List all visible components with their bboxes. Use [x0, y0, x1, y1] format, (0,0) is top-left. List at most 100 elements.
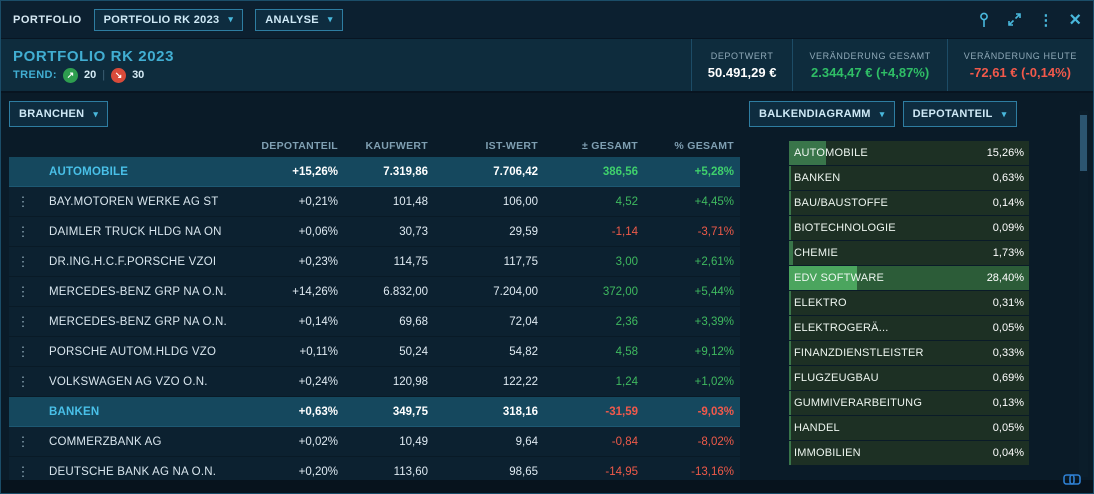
stat-value: 2.344,47 € (+4,87%) — [811, 65, 929, 80]
chart-bar-row[interactable]: BANKEN 0,63% — [789, 166, 1029, 190]
portfolio-widget: PORTFOLIO PORTFOLIO RK 2023 ▾ ANALYSE ▾ — [0, 0, 1094, 494]
chart-bar-row[interactable]: FINANZDIENSTLEISTER0,33% — [789, 341, 1029, 365]
chart-value-label: 0,31% — [993, 291, 1024, 315]
depotanteil-value: +0,14% — [239, 316, 344, 328]
sector-chart-panel: BALKENDIAGRAMM ▾ DEPOTANTEIL ▾ AUTOMOBIL… — [749, 101, 1071, 466]
chart-bar-row[interactable]: ELEKTROGERÄ...0,05% — [789, 316, 1029, 340]
kaufwert-value: 7.319,86 — [344, 166, 434, 178]
gesamt-value: 4,52 — [544, 196, 644, 208]
stock-row[interactable]: ⋮DAIMLER TRUCK HLDG NA ON+0,06%30,7329,5… — [9, 217, 740, 247]
chart-value-label: 0,05% — [993, 316, 1024, 340]
gesamt-pct-value: +3,39% — [644, 316, 740, 328]
row-menu-icon[interactable]: ⋮ — [9, 224, 37, 240]
gesamt-pct-value: -3,71% — [644, 226, 740, 238]
chart-rows: AUTOMOBILE15,26% BANKEN 0,63%BAU/BAUSTOFFE… — [789, 141, 1029, 466]
chart-value-label: 0,09% — [993, 216, 1024, 240]
column-header-gesamt[interactable]: ± GESAMT — [544, 140, 644, 152]
stock-row[interactable]: ⋮COMMERZBANK AG+0,02%10,499,64-0,84-8,02… — [9, 427, 740, 457]
portfolio-header: PORTFOLIO RK 2023 TREND: ↗ 20 | ↘ 30 DEP… — [1, 39, 1093, 93]
row-menu-icon[interactable]: ⋮ — [9, 194, 37, 210]
chart-value-label: 0,63% — [993, 166, 1024, 190]
chart-bar-row[interactable]: BAU/BAUSTOFFE0,14% — [789, 191, 1029, 215]
chart-bar-row[interactable]: HANDEL0,05% — [789, 416, 1029, 440]
sector-row[interactable]: BANKEN+0,63%349,75318,16-31,59-9,03% — [9, 397, 740, 427]
branchen-dropdown[interactable]: BRANCHEN ▾ — [9, 101, 108, 127]
chart-bar-row[interactable]: FLUGZEUGBAU0,69% — [789, 366, 1029, 390]
stock-row[interactable]: ⋮DR.ING.H.C.F.PORSCHE VZOI+0,23%114,7511… — [9, 247, 740, 277]
column-header-gesamt-pct[interactable]: % GESAMT — [644, 140, 740, 152]
kaufwert-value: 113,60 — [344, 466, 434, 478]
instrument-name: DEUTSCHE BANK AG NA O.N. — [37, 466, 239, 478]
portfolio-dropdown-value: PORTFOLIO RK 2023 — [104, 14, 220, 26]
gesamt-pct-value: +5,28% — [644, 166, 740, 178]
analyse-dropdown[interactable]: ANALYSE ▾ — [255, 9, 342, 31]
kaufwert-value: 114,75 — [344, 256, 434, 268]
gesamt-pct-value: +4,45% — [644, 196, 740, 208]
chart-category-label: BANKEN — [789, 172, 840, 184]
kaufwert-value: 6.832,00 — [344, 286, 434, 298]
row-menu-icon[interactable]: ⋮ — [9, 344, 37, 360]
gesamt-value: -0,84 — [544, 436, 644, 448]
chart-value-label: 0,69% — [993, 366, 1024, 390]
kebab-menu-icon[interactable]: ⋮ — [1038, 11, 1053, 29]
column-header-depotanteil[interactable]: DEPOTANTEIL — [239, 140, 344, 152]
chart-bar-row[interactable]: GUMMIVERARBEITUNG0,13% — [789, 391, 1029, 415]
chart-bar-row[interactable]: BIOTECHNOLOGIE0,09% — [789, 216, 1029, 240]
expand-icon[interactable] — [1007, 12, 1022, 27]
row-menu-icon[interactable]: ⋮ — [9, 314, 37, 330]
depotanteil-value: +0,11% — [239, 346, 344, 358]
row-menu-icon[interactable]: ⋮ — [9, 254, 37, 270]
instrument-name: PORSCHE AUTOM.HLDG VZO — [37, 346, 239, 358]
instrument-name: MERCEDES-BENZ GRP NA O.N. — [37, 316, 239, 328]
stock-row[interactable]: ⋮PORSCHE AUTOM.HLDG VZO+0,11%50,2454,824… — [9, 337, 740, 367]
title-block: PORTFOLIO RK 2023 TREND: ↗ 20 | ↘ 30 — [13, 39, 174, 91]
close-icon[interactable]: × — [1069, 10, 1081, 30]
kaufwert-value: 30,73 — [344, 226, 434, 238]
column-header-ist-wert[interactable]: IST-WERT — [434, 140, 544, 152]
topbar: PORTFOLIO PORTFOLIO RK 2023 ▾ ANALYSE ▾ — [1, 1, 1093, 39]
chart-bar-row[interactable]: ELEKTRO0,31% — [789, 291, 1029, 315]
chart-bar-row[interactable]: AUTOMOBILE15,26% — [789, 141, 1029, 165]
gesamt-value: 386,56 — [544, 166, 644, 178]
stat-value: 50.491,29 € — [708, 65, 777, 80]
ist-wert-value: 106,00 — [434, 196, 544, 208]
ist-wert-value: 318,16 — [434, 406, 544, 418]
chart-bar-row[interactable]: CHEMIE1,73% — [789, 241, 1029, 265]
instrument-name: DR.ING.H.C.F.PORSCHE VZOI — [37, 256, 239, 268]
stock-row[interactable]: ⋮VOLKSWAGEN AG VZO O.N.+0,24%120,98122,2… — [9, 367, 740, 397]
chart-metric-dropdown[interactable]: DEPOTANTEIL ▾ — [903, 101, 1017, 127]
trend-summary: TREND: ↗ 20 | ↘ 30 — [13, 68, 174, 83]
chart-category-label: AUTOMOBILE — [789, 147, 868, 159]
ist-wert-value: 9,64 — [434, 436, 544, 448]
trend-separator: | — [102, 69, 105, 81]
link-icon[interactable] — [1063, 472, 1081, 490]
pin-icon[interactable] — [977, 12, 991, 28]
kaufwert-value: 50,24 — [344, 346, 434, 358]
chart-value-label: 0,05% — [993, 416, 1024, 440]
portfolio-stats: DEPOTWERT 50.491,29 € VERÄNDERUNG GESAMT… — [691, 39, 1093, 91]
depotanteil-value: +0,24% — [239, 376, 344, 388]
chart-type-dropdown[interactable]: BALKENDIAGRAMM ▾ — [749, 101, 895, 127]
row-menu-icon[interactable]: ⋮ — [9, 284, 37, 300]
gesamt-value: 3,00 — [544, 256, 644, 268]
row-menu-icon[interactable]: ⋮ — [9, 464, 37, 480]
vertical-scrollbar[interactable] — [1079, 111, 1088, 477]
ist-wert-value: 117,75 — [434, 256, 544, 268]
chart-bar-row[interactable]: EDV SOFTWARE28,40% — [789, 266, 1029, 290]
row-menu-icon[interactable]: ⋮ — [9, 434, 37, 450]
chart-category-label: CHEMIE — [789, 247, 838, 259]
positions-table: BRANCHEN ▾ DEPOTANTEIL KAUFWERT IST-WERT… — [9, 101, 740, 487]
chart-bar-row[interactable]: IMMOBILIEN0,04% — [789, 441, 1029, 465]
branchen-dropdown-value: BRANCHEN — [19, 108, 84, 120]
sector-row[interactable]: AUTOMOBILE+15,26%7.319,867.706,42386,56+… — [9, 157, 740, 187]
row-menu-icon[interactable]: ⋮ — [9, 374, 37, 390]
portfolio-dropdown[interactable]: PORTFOLIO RK 2023 ▾ — [94, 9, 244, 31]
column-header-kaufwert[interactable]: KAUFWERT — [344, 140, 434, 152]
stock-row[interactable]: ⋮MERCEDES-BENZ GRP NA O.N.+14,26%6.832,0… — [9, 277, 740, 307]
stock-row[interactable]: ⋮BAY.MOTOREN WERKE AG ST+0,21%101,48106,… — [9, 187, 740, 217]
scrollbar-thumb[interactable] — [1080, 115, 1087, 171]
chevron-down-icon: ▾ — [93, 110, 98, 119]
chart-category-label: GUMMIVERARBEITUNG — [789, 397, 922, 409]
stat-label: VERÄNDERUNG GESAMT — [809, 51, 930, 61]
stock-row[interactable]: ⋮MERCEDES-BENZ GRP NA O.N.+0,14%69,6872,… — [9, 307, 740, 337]
